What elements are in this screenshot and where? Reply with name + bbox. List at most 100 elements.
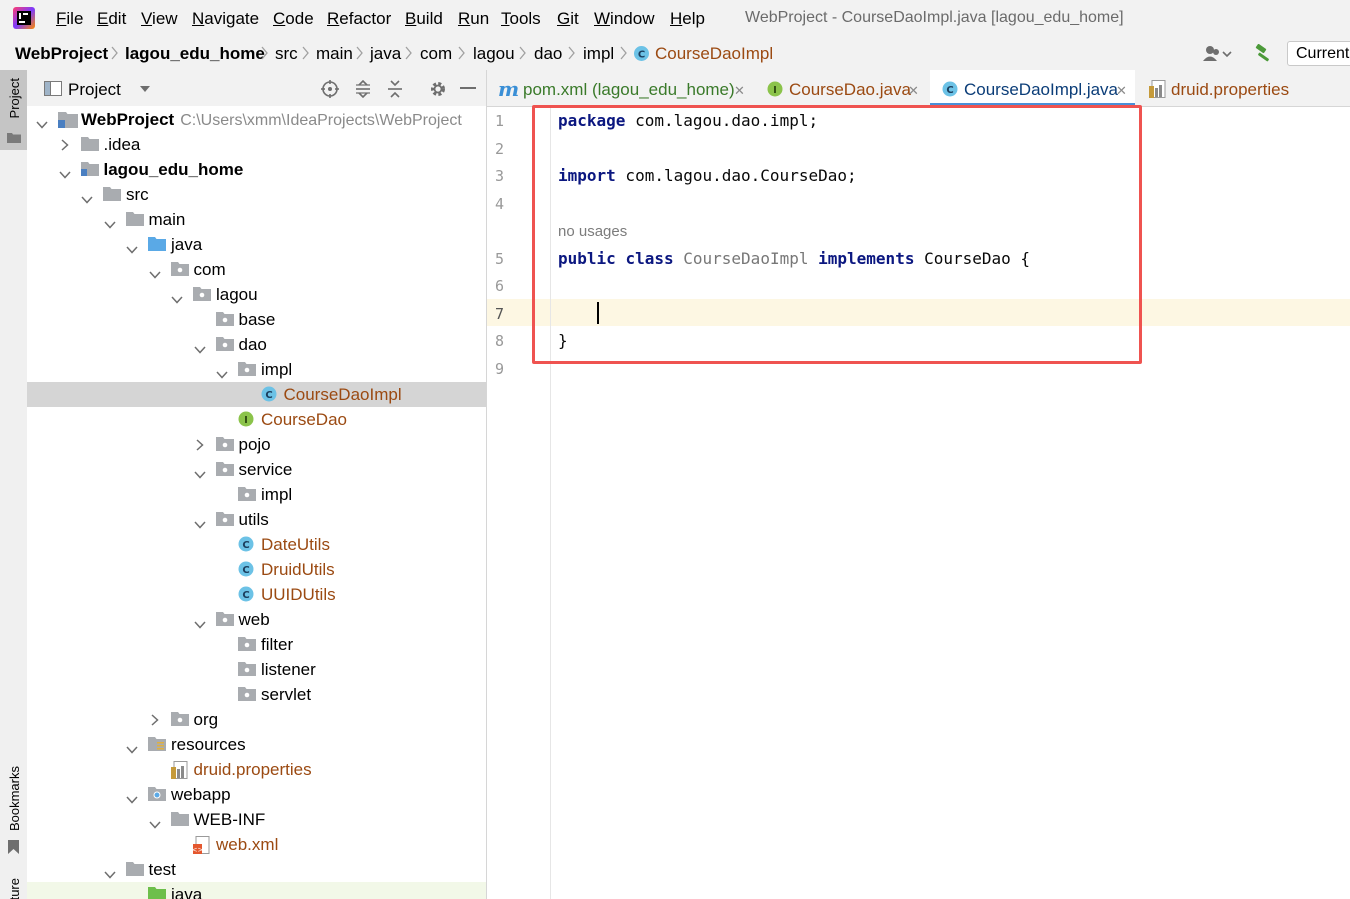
tree-row[interactable]: base [27,307,486,332]
close-icon[interactable]: ✕ [908,83,919,99]
tab-label: druid.properties [1171,80,1290,99]
breadcrumb-item[interactable]: lagou_edu_home [125,44,265,64]
chevron-down-icon[interactable] [139,85,151,93]
tab-pom-xml[interactable]: m pom.xml (lagou_edu_home) ✕ [487,70,749,106]
chevron-right-icon[interactable] [60,138,69,156]
user-account-icon[interactable] [1202,45,1234,63]
expand-all-icon[interactable] [355,80,371,98]
package-icon [238,486,256,506]
breadcrumb-item[interactable]: java [370,44,401,64]
tab-coursedaoimpl-java[interactable]: C CourseDaoImpl.java ✕ [930,70,1135,106]
menu-run[interactable]: Run [458,9,489,29]
tree-item-label: CourseDao [261,410,347,429]
tab-coursedao-java[interactable]: I CourseDao.java ✕ [755,70,927,106]
tree-row[interactable]: utils [27,507,486,532]
close-icon[interactable]: ✕ [734,83,745,99]
structure-tool-button[interactable]: Structure [0,878,27,899]
tree-row[interactable]: lagou [27,282,486,307]
tree-row[interactable]: src [27,182,486,207]
tab-druid-properties[interactable]: druid.properties [1139,70,1350,106]
tree-row[interactable]: C DateUtils [27,532,486,557]
menu-view[interactable]: View [141,9,178,29]
tree-row[interactable]: service [27,457,486,482]
tree-row[interactable]: pojo [27,432,486,457]
breadcrumb-item[interactable]: CourseDaoImpl [655,44,773,64]
window-title: WebProject - CourseDaoImpl.java [lagou_e… [745,9,1124,26]
menu-code[interactable]: Code [273,9,314,29]
bookmarks-tool-button[interactable]: Bookmarks [0,760,27,860]
tree-row[interactable]: WebProject C:\Users\xmm\IdeaProjects\WebP… [27,107,486,132]
breadcrumb-item[interactable]: impl [583,44,614,64]
tree-row[interactable]: test [27,857,486,882]
tree-row[interactable]: impl [27,357,486,382]
svg-text:I: I [773,85,777,96]
breadcrumb-item[interactable]: src [275,44,298,64]
svg-text:<>: <> [193,846,203,854]
menu-git[interactable]: Git [557,9,579,29]
tree-row[interactable]: C DruidUtils [27,557,486,582]
menu-file[interactable]: File [56,9,83,29]
tree-row[interactable]: java [27,882,486,899]
tree-row[interactable]: web [27,607,486,632]
menu-refactor[interactable]: Refactor [327,9,391,29]
source-root-folder-icon [148,236,166,256]
tree-row[interactable]: org [27,707,486,732]
tree-row[interactable]: lagou_edu_home [27,157,486,182]
menu-edit[interactable]: Edit [97,9,126,29]
tree-row[interactable]: <> web.xml [27,832,486,857]
tree-row[interactable]: main [27,207,486,232]
chevron-right-icon[interactable] [195,438,204,456]
intellij-logo-icon[interactable] [13,7,35,29]
build-hammer-icon[interactable] [1254,44,1274,64]
package-icon [215,511,234,531]
breadcrumb-item[interactable]: com [420,44,452,64]
tree-row[interactable]: impl [27,482,486,507]
breadcrumb-item[interactable]: main [316,44,353,64]
menu-help[interactable]: Help [670,9,705,29]
close-icon[interactable]: ✕ [1116,83,1127,99]
tree-row[interactable]: WEB-INF [27,807,486,832]
package-icon [215,311,234,331]
menu-navigate[interactable]: Navigate [192,9,259,29]
menu-tools[interactable]: Tools [501,9,541,29]
minimize-icon[interactable] [460,87,476,90]
tree-row[interactable]: I CourseDao [27,407,486,432]
tree-row[interactable]: .idea [27,132,486,157]
chevron-right-icon [111,46,118,60]
project-panel-title[interactable]: Project [68,80,121,100]
tree-row[interactable]: dao [27,332,486,357]
tree-item-label: WEB-INF [193,810,266,829]
line-number: 3 [495,167,505,185]
folder-icon [170,811,189,831]
tree-row[interactable]: druid.properties [27,757,486,782]
tree-item-label: CourseDaoImpl [283,385,402,404]
menu-window[interactable]: Window [594,9,654,29]
tree-row[interactable]: filter [27,632,486,657]
tree-row[interactable]: resources [27,732,486,757]
breadcrumb-item[interactable]: lagou [473,44,515,64]
project-view-icon [44,81,62,96]
tree-row[interactable]: com [27,257,486,282]
gear-icon[interactable] [429,80,447,98]
tree-row[interactable]: listener [27,657,486,682]
breadcrumb-item[interactable]: WebProject [15,44,108,64]
tree-row[interactable]: webapp [27,782,486,807]
project-tool-button[interactable]: Project [0,70,27,150]
bookmark-icon [8,840,19,854]
tree-row[interactable]: C UUIDUtils [27,582,486,607]
package-icon [215,461,234,481]
tree-item-label: filter [261,635,294,654]
tree-row[interactable]: java [27,232,486,257]
tab-label: CourseDao.java [789,80,911,99]
tree-row[interactable]: C CourseDaoImpl [27,382,486,407]
locate-target-icon[interactable] [321,80,339,98]
breadcrumb-item[interactable]: dao [534,44,562,64]
tree-row[interactable]: servlet [27,682,486,707]
svg-text:C: C [242,590,249,601]
menu-build[interactable]: Build [405,9,443,29]
run-configuration-selector[interactable]: Current File [1287,41,1350,66]
line-number: 2 [495,140,505,158]
collapse-all-icon[interactable] [387,80,403,98]
line-number: 6 [495,277,505,295]
chevron-right-icon[interactable] [150,713,159,731]
